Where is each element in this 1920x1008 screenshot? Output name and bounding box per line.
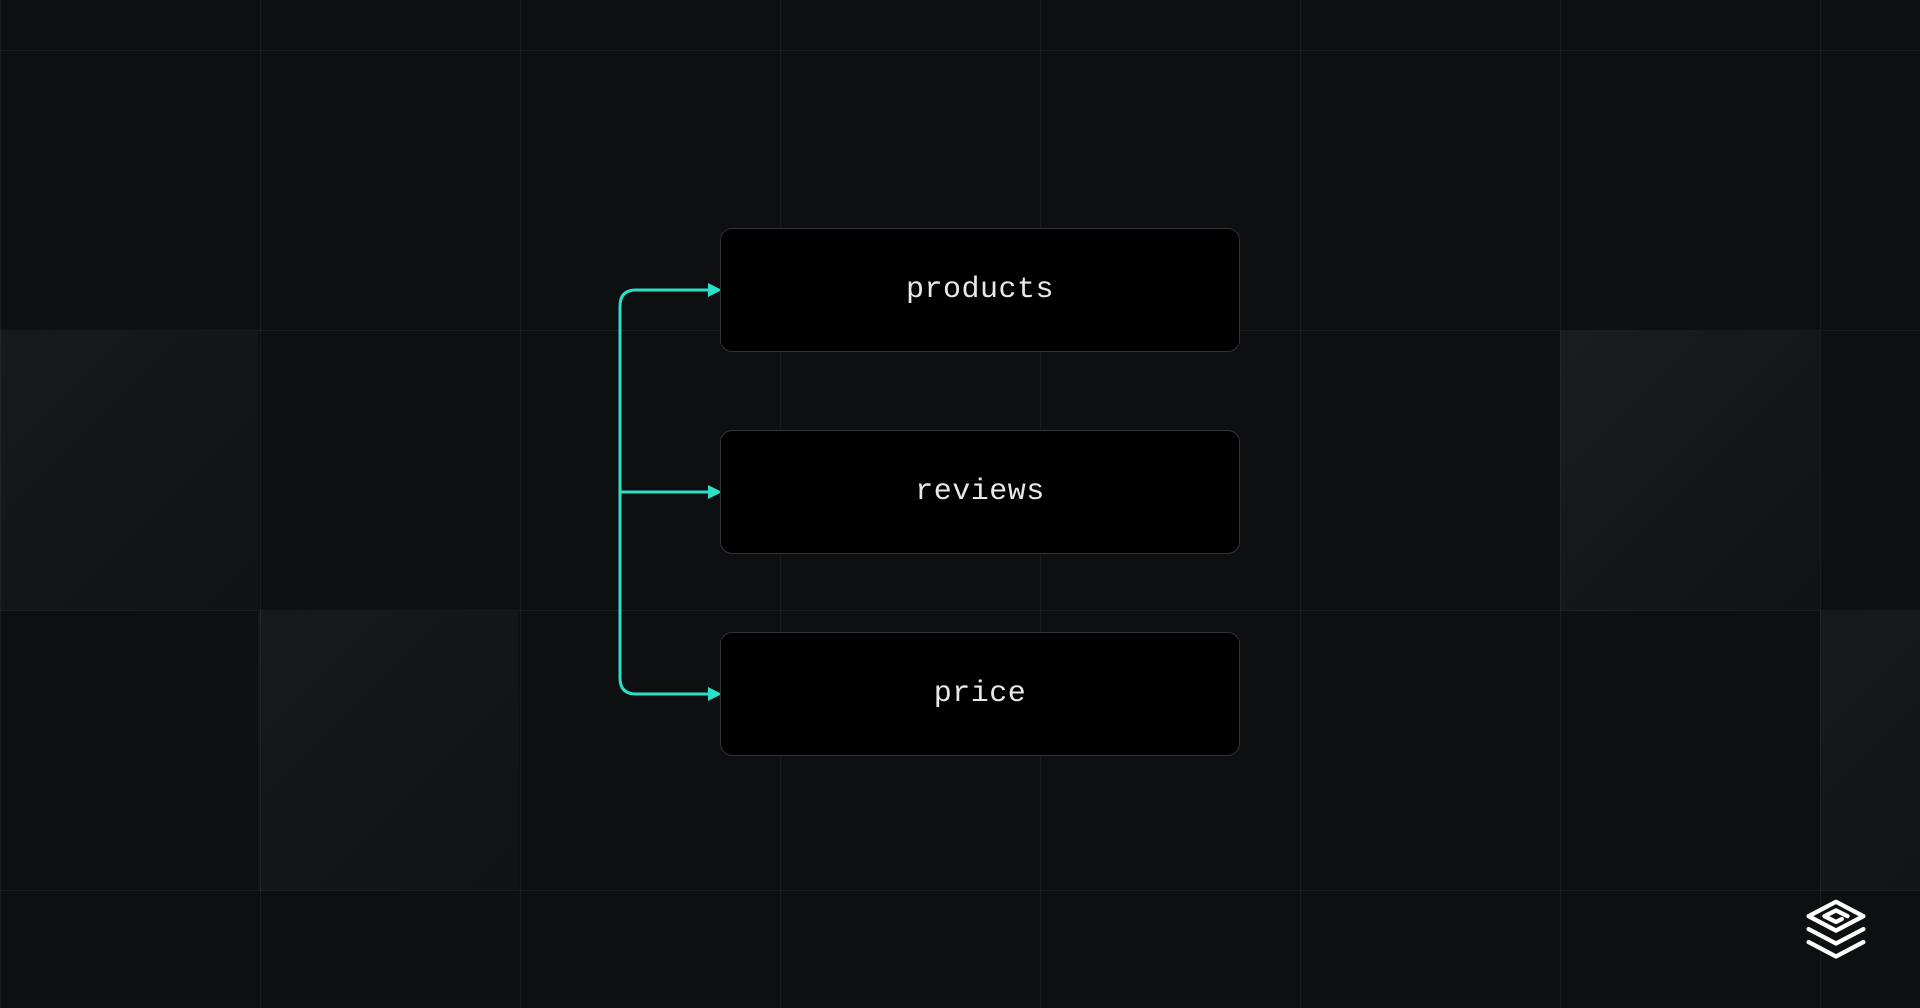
highlight-tile	[1820, 611, 1920, 891]
node-reviews: reviews	[720, 430, 1240, 554]
node-price: price	[720, 632, 1240, 756]
node-label: reviews	[915, 475, 1045, 509]
node-label: products	[906, 273, 1054, 307]
highlight-tile	[0, 331, 258, 611]
brand-logo-icon	[1800, 896, 1872, 968]
highlight-tile	[1560, 331, 1820, 611]
node-products: products	[720, 228, 1240, 352]
connector-arrows	[590, 228, 730, 756]
highlight-tile	[258, 611, 518, 891]
node-label: price	[934, 677, 1027, 711]
